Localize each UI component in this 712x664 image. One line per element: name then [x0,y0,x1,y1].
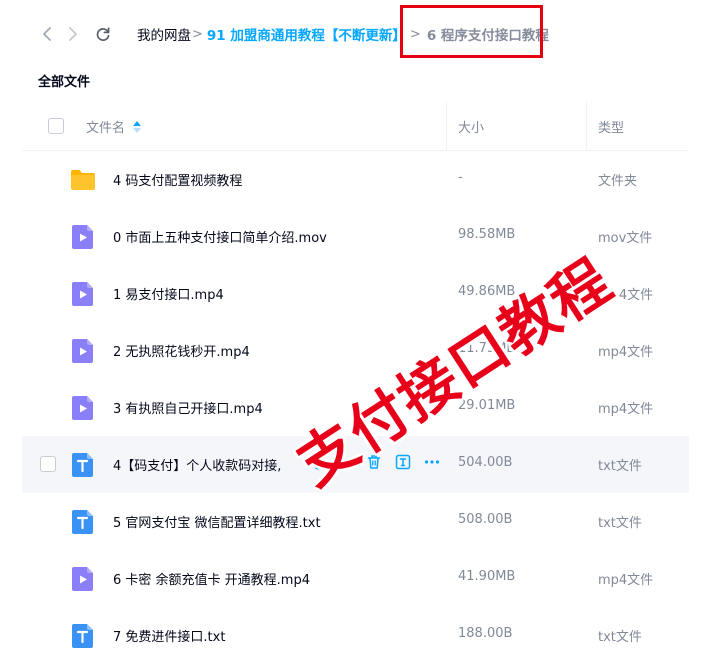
video-file-icon [72,282,93,306]
file-name[interactable]: 4 码支付配置视频教程 [113,170,242,189]
top-nav: 我的网盘 > 91 加盟商通用教程【不断更新】 > 6 程序支付接口教程 [0,0,712,68]
section-title: 全部文件 [38,75,91,90]
file-type: txt文件 [598,516,642,531]
row-checkbox[interactable] [40,456,56,472]
video-file-icon [72,225,93,249]
table-row[interactable]: 1 易支付接口.mp4 49.86MB mp4文件 [22,265,689,322]
file-size: 49.86MB [458,284,516,299]
refresh-icon [96,27,110,41]
table-row[interactable]: 4 码支付配置视频教程 - 文件夹 [22,151,689,208]
breadcrumb-parent[interactable]: 91 加盟商通用教程【不断更新】 [207,24,406,44]
file-name[interactable]: 3 有执照自己开接口.mp4 [113,398,263,417]
table-row[interactable]: 5 官网支付宝 微信配置详细教程.txt 508.00B txt文件 [22,493,689,550]
share-icon[interactable] [304,453,321,470]
table-row[interactable]: 2 无执照花钱秒开.mp4 11.73MB mp4文件 [22,322,689,379]
rename-icon[interactable] [394,453,411,470]
video-file-icon [72,339,93,363]
file-type: mp4文件 [598,288,654,303]
file-size: 41.90MB [458,569,516,584]
file-type: mov文件 [598,231,653,246]
chevron-right-icon [69,27,77,41]
table-row[interactable]: 3 有执照自己开接口.mp4 29.01MB mp4文件 [22,379,689,436]
file-type: mp4文件 [598,402,654,417]
file-type: 文件夹 [598,174,638,189]
breadcrumb-separator: > [409,26,421,42]
select-all-checkbox[interactable] [48,118,64,134]
table-row[interactable]: 4【码支付】个人收款码对接, 504.00B txt文件 [22,436,689,493]
row-actions [304,453,440,470]
chevron-left-icon [43,27,51,41]
file-name[interactable]: 4【码支付】个人收款码对接, [113,455,281,474]
column-header-name-label: 文件名 [86,121,126,136]
back-button[interactable] [35,22,59,46]
text-file-icon [72,510,93,534]
table-row[interactable]: 7 免费进件接口.txt 188.00B txt文件 [22,607,689,664]
table-row[interactable]: 6 卡密 余额充值卡 开通教程.mp4 41.90MB mp4文件 [22,550,689,607]
breadcrumb-separator: > [192,26,203,42]
file-name[interactable]: 2 无执照花钱秒开.mp4 [113,341,250,360]
column-header-type[interactable]: 类型 [598,117,624,136]
column-divider [446,102,447,150]
file-name[interactable]: 1 易支付接口.mp4 [113,284,224,303]
more-icon[interactable] [423,453,440,470]
file-type: mp4文件 [598,573,654,588]
file-size: 508.00B [458,512,513,527]
refresh-button[interactable] [91,22,115,46]
video-file-icon [72,567,93,591]
file-type: txt文件 [598,630,642,645]
video-file-icon [72,396,93,420]
trash-icon[interactable] [365,453,382,470]
column-divider [586,102,587,150]
file-name[interactable]: 0 市面上五种支付接口简单介绍.mov [113,227,327,246]
forward-button[interactable] [61,22,85,46]
file-name[interactable]: 5 官网支付宝 微信配置详细教程.txt [113,512,321,531]
file-size: 188.00B [458,626,513,641]
file-name[interactable]: 7 免费进件接口.txt [113,626,225,645]
breadcrumb: 我的网盘 > 91 加盟商通用教程【不断更新】 > 6 程序支付接口教程 [137,22,549,46]
breadcrumb-root[interactable]: 我的网盘 [137,24,191,44]
file-table: 文件名 大小 类型 4 码支付配置视频教程 - 文件夹 0 市面上五种支付接口简… [22,102,689,664]
breadcrumb-current: 6 程序支付接口教程 [426,28,549,44]
folder-icon [71,170,95,190]
file-type: txt文件 [598,459,642,474]
table-row[interactable]: 0 市面上五种支付接口简单介绍.mov 98.58MB mov文件 [22,208,689,265]
column-header-name[interactable]: 文件名 [86,117,142,136]
file-type: mp4文件 [598,345,654,360]
file-size: 504.00B [458,455,513,470]
file-size: 29.01MB [458,398,516,413]
text-file-icon [72,453,93,477]
file-size: 11.73MB [458,341,516,356]
sort-icon[interactable] [133,120,142,133]
file-size: - [458,170,463,185]
column-header-size[interactable]: 大小 [458,117,484,136]
file-name[interactable]: 6 卡密 余额充值卡 开通教程.mp4 [113,569,310,588]
file-size: 98.58MB [458,227,516,242]
text-file-icon [72,624,93,648]
table-header: 文件名 大小 类型 [22,102,689,151]
